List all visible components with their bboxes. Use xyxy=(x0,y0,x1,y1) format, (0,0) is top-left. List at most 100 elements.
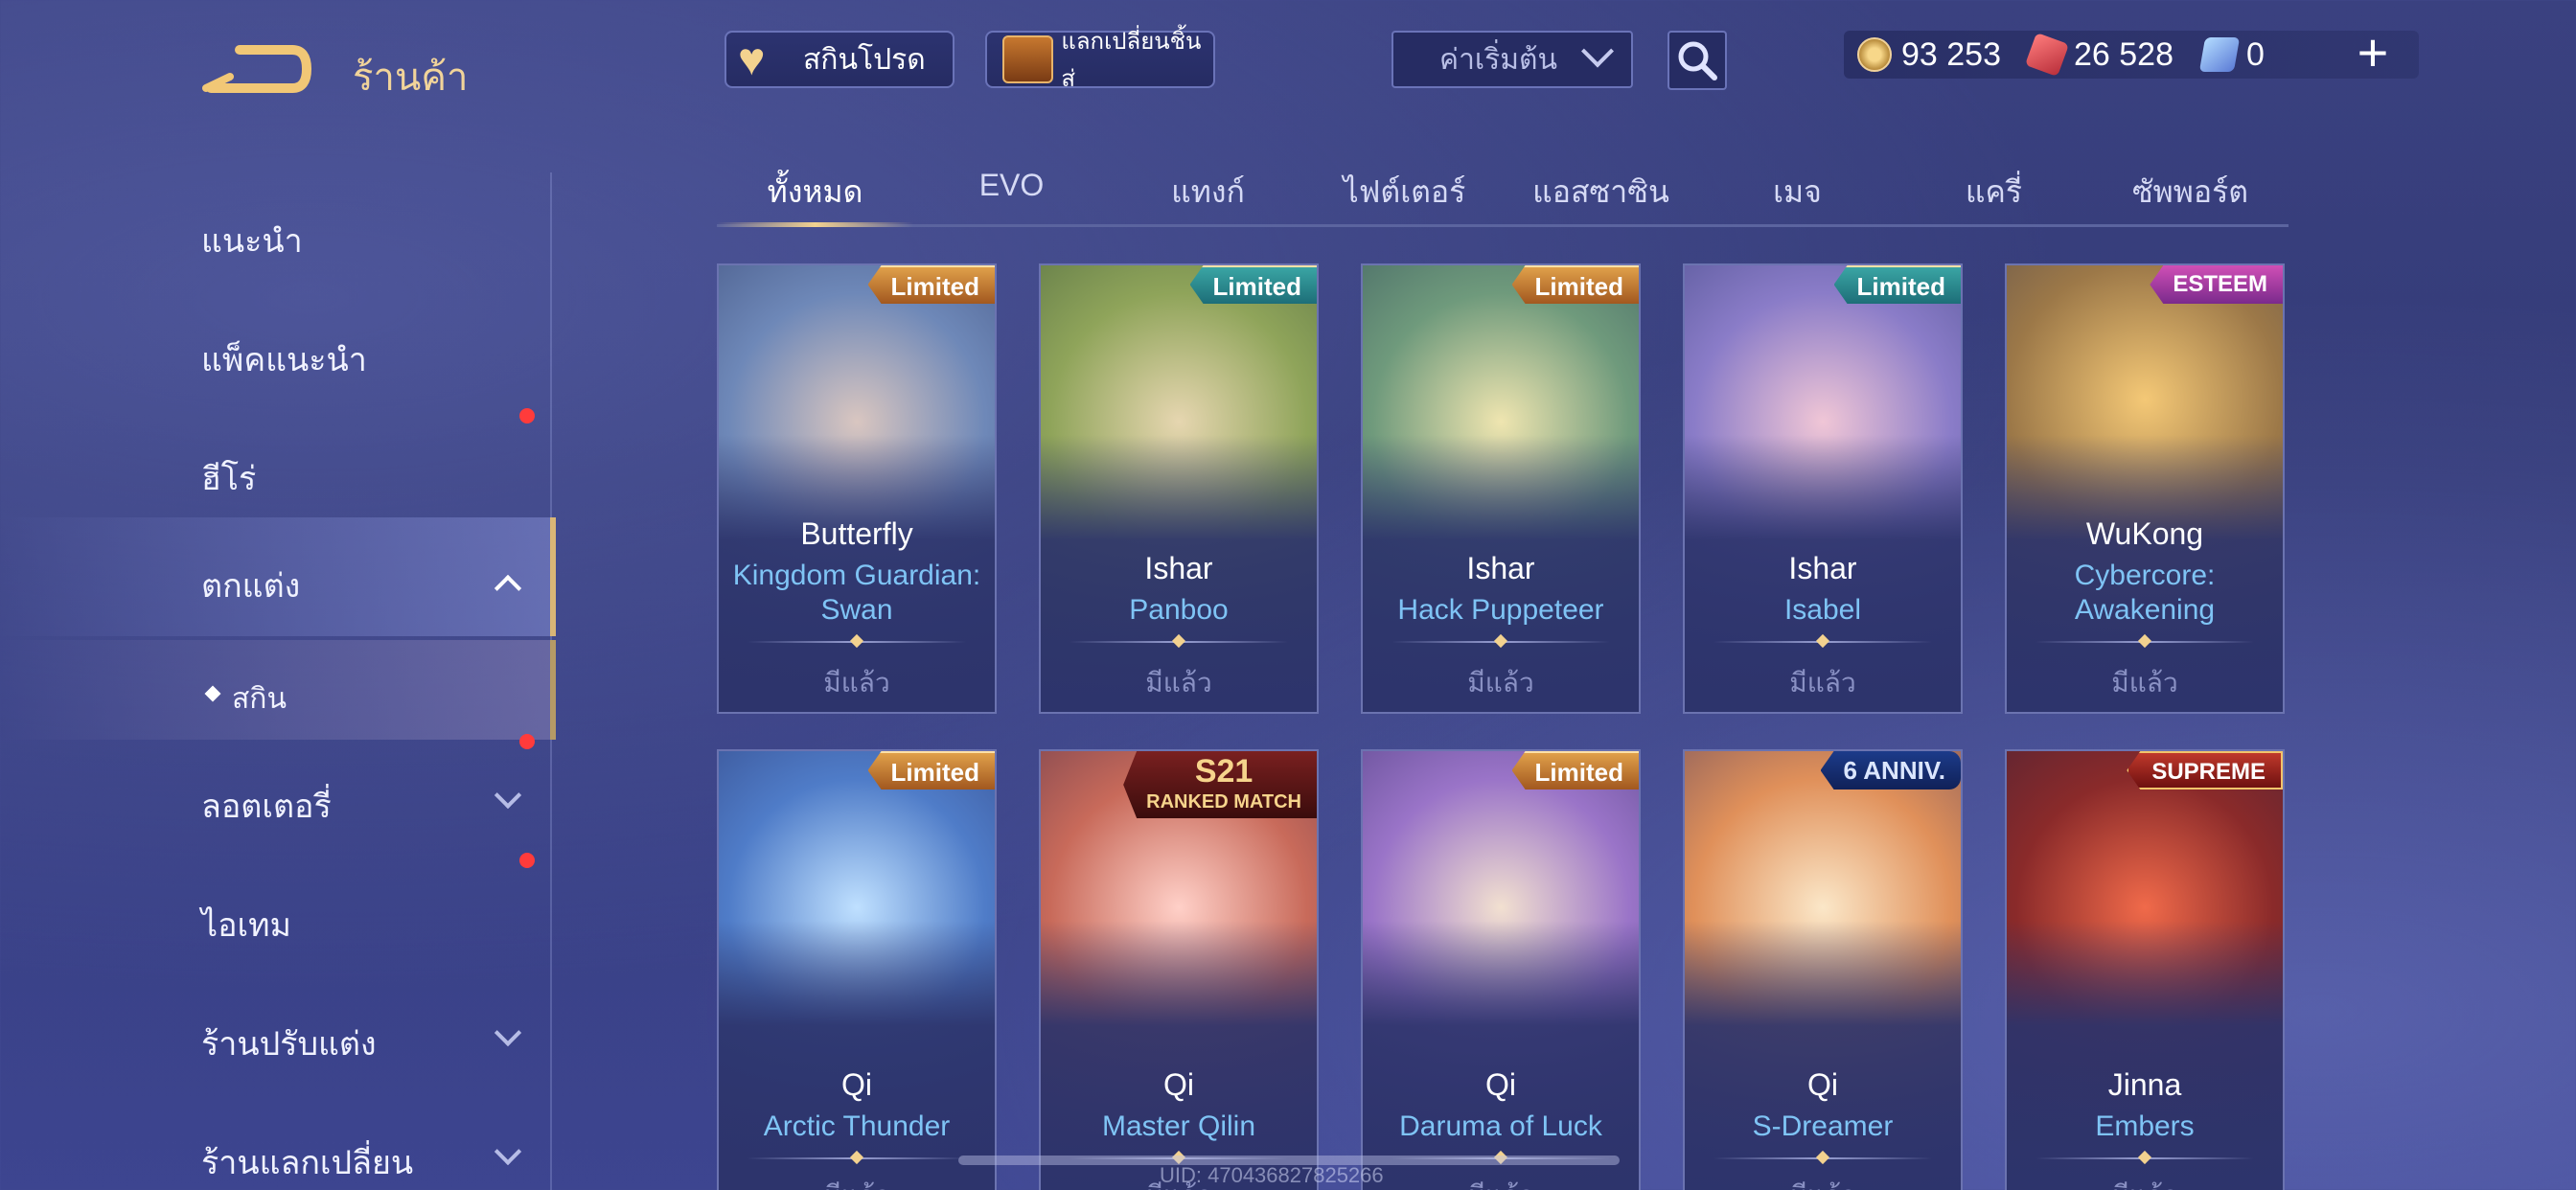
skin-name: Embers xyxy=(2095,1110,2195,1142)
sidebar: แนะนำ แพ็คแนะนำ ฮีโร่ ตกแต่ง สกิน ลอตเตอ… xyxy=(0,172,556,1190)
sidebar-item-exchange-shop[interactable]: ร้านแลกเปลี่ยน xyxy=(0,1094,556,1190)
card-shade xyxy=(2007,921,2283,1190)
limited-badge: Limited xyxy=(1511,265,1639,304)
sidebar-item-items[interactable]: ไอเทม xyxy=(0,853,556,975)
owned-status: มีแล้ว xyxy=(1467,668,1534,698)
skin-name: Arctic Thunder xyxy=(763,1110,951,1142)
skin-card[interactable]: Limited Ishar Hack Puppeteer มีแล้ว xyxy=(1361,263,1641,714)
search-button[interactable] xyxy=(1668,31,1727,90)
diamond-icon xyxy=(2198,37,2241,72)
sidebar-item-label: ไอเทม xyxy=(201,907,291,944)
tab-all[interactable]: ทั้งหมด xyxy=(717,158,913,227)
gold-balance: 93 253 xyxy=(1857,36,2001,74)
sidebar-item-label: ลอตเตอรี่ xyxy=(201,789,332,825)
ranked-match-badge: S21 RANKED MATCH xyxy=(1123,751,1317,818)
chevron-down-icon xyxy=(494,1137,522,1166)
sort-value: ค่าเริ่มต้น xyxy=(1439,43,1558,76)
owned-status: มีแล้ว xyxy=(719,1175,995,1190)
sidebar-item-label: ร้านปรับแต่ง xyxy=(201,1026,377,1063)
chevron-up-icon xyxy=(494,574,522,603)
tab-carry[interactable]: แครี่ xyxy=(1896,158,2092,224)
gold-amount: 93 253 xyxy=(1901,35,2001,73)
season-label: S21 xyxy=(1194,753,1254,790)
card-divider xyxy=(748,641,966,643)
sidebar-item-recommended-packs[interactable]: แพ็คแนะนำ xyxy=(0,291,556,423)
hero-name: Butterfly xyxy=(800,516,913,551)
notification-dot xyxy=(519,734,535,749)
tab-fighter[interactable]: ไฟต์เตอร์ xyxy=(1306,158,1503,224)
limited-badge: Limited xyxy=(867,265,995,304)
tab-assassin[interactable]: แอสซาซิน xyxy=(1503,158,1699,224)
hero-name: Qi xyxy=(1163,1067,1194,1102)
card-divider xyxy=(1714,641,1932,643)
owned-status: มีแล้ว xyxy=(1145,668,1212,698)
tab-mage[interactable]: เมจ xyxy=(1699,158,1896,224)
skin-card[interactable]: Limited Qi Arctic Thunder มีแล้ว xyxy=(717,749,997,1190)
diamond-balance: 0 xyxy=(2198,36,2265,74)
skin-name: Panboo xyxy=(1129,594,1229,626)
skin-card[interactable]: SUPREME Jinna Embers มีแล้ว xyxy=(2005,749,2285,1190)
chest-icon xyxy=(1002,35,1054,83)
tab-tank[interactable]: แทงก์ xyxy=(1110,158,1306,224)
bullet-icon xyxy=(204,685,221,702)
hero-name: Jinna xyxy=(2107,1067,2182,1102)
card-divider xyxy=(1714,1157,1932,1159)
sidebar-item-label: ร้านแลกเปลี่ยน xyxy=(201,1145,414,1181)
skin-card[interactable]: Limited Ishar Panboo มีแล้ว xyxy=(1039,263,1319,714)
skin-card[interactable]: Limited Butterfly Kingdom Guardian: Swan… xyxy=(717,263,997,714)
chevron-down-icon xyxy=(494,781,522,810)
ranked-match-label: RANKED MATCH xyxy=(1146,791,1301,812)
hero-name: Qi xyxy=(1485,1067,1516,1102)
voucher-balance: 26 528 xyxy=(2024,32,2174,78)
sidebar-item-heroes[interactable]: ฮีโร่ xyxy=(0,410,556,529)
sidebar-item-lottery[interactable]: ลอตเตอรี่ xyxy=(0,734,556,857)
owned-status: มีแล้ว xyxy=(1685,1175,1961,1190)
tab-evo[interactable]: EVO xyxy=(913,158,1110,224)
skin-name: Cybercore: Awakening xyxy=(2074,560,2216,626)
add-currency-button[interactable]: + xyxy=(2346,26,2400,82)
voucher-icon xyxy=(2024,32,2070,78)
exchange-button[interactable]: แลกเปลี่ยนชิ้นส่ xyxy=(985,29,1215,92)
owned-status: มีแล้ว xyxy=(1789,668,1856,698)
notification-dot xyxy=(519,853,535,868)
currency-bar: 93 253 26 528 0 xyxy=(1844,31,2419,79)
skin-card[interactable]: Limited Ishar Isabel มีแล้ว xyxy=(1683,263,1963,714)
skin-card[interactable]: S21 RANKED MATCH Qi Master Qilin มีแล้ว xyxy=(1039,749,1319,1190)
sort-dropdown[interactable]: ค่าเริ่มต้น xyxy=(1392,31,1633,88)
sidebar-item-label: แนะนำ xyxy=(201,223,303,260)
sidebar-subitem-skins[interactable]: สกิน xyxy=(0,640,556,740)
tab-support[interactable]: ซัพพอร์ต xyxy=(2092,158,2288,224)
limited-badge: Limited xyxy=(1833,265,1961,304)
voucher-amount: 26 528 xyxy=(2074,35,2174,73)
card-divider xyxy=(1392,641,1610,643)
skin-name: Isabel xyxy=(1783,594,1862,626)
sidebar-item-label: ฮีโร่ xyxy=(201,461,257,497)
skin-name: Master Qilin xyxy=(1101,1110,1256,1142)
sidebar-item-label: แพ็คแนะนำ xyxy=(201,342,367,378)
favorites-label: สกินโปรด xyxy=(803,43,926,76)
skin-card[interactable]: ESTEEM WuKong Cybercore: Awakening มีแล้… xyxy=(2005,263,2285,714)
favorites-button[interactable]: ♥ สกินโปรด xyxy=(724,31,954,88)
anniversary-badge: 6 ANNIV. xyxy=(1820,751,1961,790)
card-divider xyxy=(748,1157,966,1159)
limited-badge: Limited xyxy=(1189,265,1317,304)
card-divider xyxy=(2036,1157,2254,1159)
sidebar-item-customize-shop[interactable]: ร้านปรับแต่ง xyxy=(0,975,556,1094)
exchange-label: แลกเปลี่ยนชิ้นส่ xyxy=(1061,29,1202,92)
skin-card[interactable]: Limited Qi Daruma of Luck มีแล้ว xyxy=(1361,749,1641,1190)
hero-name: Qi xyxy=(1807,1067,1838,1102)
chevron-down-icon xyxy=(1581,34,1615,68)
skin-card[interactable]: 6 ANNIV. Qi S-Dreamer มีแล้ว xyxy=(1683,749,1963,1190)
sidebar-item-decoration[interactable]: ตกแต่ง xyxy=(0,517,556,636)
supreme-badge: SUPREME xyxy=(2127,751,2283,790)
back-button[interactable] xyxy=(201,38,312,96)
search-icon xyxy=(1678,41,1717,80)
user-id: UID: 470436827825266 xyxy=(1160,1163,1384,1187)
card-shade xyxy=(1685,921,1961,1190)
skin-name: Hack Puppeteer xyxy=(1397,594,1604,626)
back-arrow-icon xyxy=(202,45,312,93)
sidebar-item-recommended[interactable]: แนะนำ xyxy=(0,172,556,291)
skin-name: S-Dreamer xyxy=(1752,1110,1894,1142)
owned-status: มีแล้ว xyxy=(2007,1175,2283,1190)
hero-name: Ishar xyxy=(1466,551,1535,585)
